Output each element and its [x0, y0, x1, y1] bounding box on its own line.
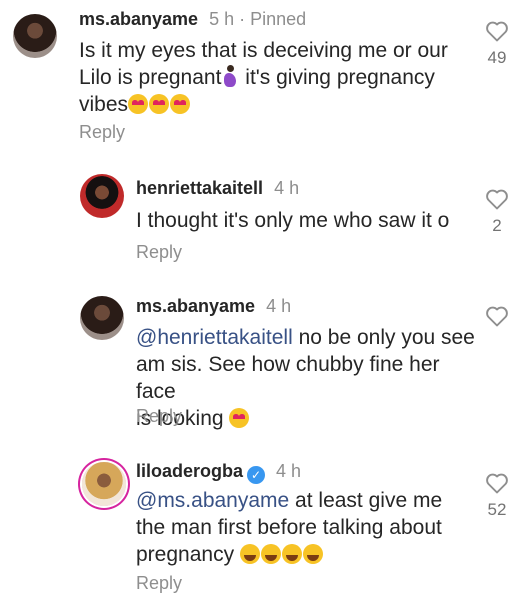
verified-badge-icon: ✓ [247, 466, 266, 484]
avatar[interactable] [80, 296, 124, 340]
pregnant-woman-emoji [223, 65, 237, 87]
avatar[interactable] [82, 462, 126, 506]
comment-text: Is it my eyes that is deceiving me or ou… [79, 39, 448, 116]
tears-of-joy-emoji [302, 544, 323, 564]
comment-text: @henriettakaitell no be only you see am … [136, 326, 475, 430]
heart-eyes-emoji [229, 408, 250, 428]
like-button[interactable]: 2 [482, 188, 512, 236]
mention-link[interactable]: @ms.abanyame [136, 489, 289, 512]
comment-item: ms.abanyame 5 h · Pinned Is it my eyes t… [0, 0, 529, 150]
username[interactable]: henriettakaitell [136, 178, 263, 198]
username[interactable]: liloaderogba [136, 461, 243, 481]
like-button[interactable]: 52 [482, 472, 512, 520]
like-button[interactable] [482, 305, 512, 333]
like-count: 49 [487, 48, 507, 67]
timestamp: 5 h [209, 9, 235, 29]
heart-icon [486, 21, 508, 42]
heart-icon [486, 306, 508, 327]
comment-item: henriettakaitell 4 h I thought it's only… [0, 170, 529, 280]
heart-eyes-emoji [128, 94, 149, 114]
like-count: 2 [492, 216, 502, 235]
heart-eyes-emoji [149, 94, 170, 114]
reply-button[interactable]: Reply [79, 122, 125, 143]
heart-icon [486, 189, 508, 210]
timestamp: 4 h [274, 178, 300, 198]
like-button[interactable]: 49 [482, 20, 512, 68]
comment-item: ms.abanyame 4 h @henriettakaitell no be … [0, 290, 529, 440]
reply-button[interactable]: Reply [136, 573, 182, 594]
timestamp: 4 h [266, 296, 292, 316]
reply-button[interactable]: Reply [136, 406, 182, 427]
like-count: 52 [487, 500, 507, 519]
reply-button[interactable]: Reply [136, 242, 182, 263]
comment-text: @ms.abanyame at least give me the man fi… [136, 489, 443, 566]
username[interactable]: ms.abanyame [79, 9, 198, 29]
avatar[interactable] [13, 14, 57, 58]
pinned-label: · Pinned [239, 9, 307, 29]
tears-of-joy-emoji [260, 544, 281, 564]
avatar[interactable] [80, 174, 124, 218]
username[interactable]: ms.abanyame [136, 296, 255, 316]
tears-of-joy-emoji [281, 544, 302, 564]
comment-thread: ms.abanyame 5 h · Pinned Is it my eyes t… [0, 0, 529, 605]
heart-icon [486, 473, 508, 494]
comment-text: I thought it's only me who saw it o [136, 209, 450, 232]
timestamp: 4 h [276, 461, 302, 481]
mention-link[interactable]: @henriettakaitell [136, 326, 293, 349]
tears-of-joy-emoji [239, 544, 260, 564]
heart-eyes-emoji [170, 94, 191, 114]
comment-item: liloaderogba ✓ 4 h @ms.abanyame at least … [0, 455, 529, 605]
